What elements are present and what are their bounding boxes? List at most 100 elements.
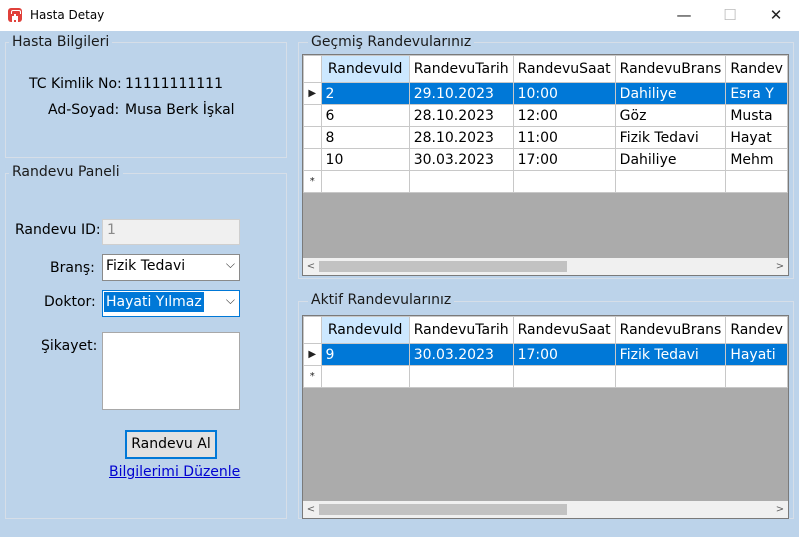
complaint-textarea[interactable] (102, 332, 240, 410)
current-row-icon[interactable]: ▶ (303, 82, 322, 105)
table-cell[interactable]: Musta (725, 104, 788, 127)
brans-label: Branş: (50, 260, 95, 276)
scrollbar-thumb[interactable] (319, 504, 567, 515)
header-row: RandevuId RandevuTarih RandevuSaat Rande… (303, 316, 788, 344)
scroll-right-icon[interactable]: > (772, 258, 788, 275)
name-label: Ad-Soyad: (48, 102, 120, 118)
table-row[interactable]: ▶ 2 29.10.2023 10:00 Dahiliye Esra Y (303, 82, 788, 105)
appointment-panel-title: Randevu Paneli (9, 164, 123, 180)
doktor-selected-value: Hayati Yılmaz (104, 292, 204, 312)
column-header[interactable]: Randev (725, 316, 788, 344)
active-appointments-title: Aktif Randevularınız (308, 292, 455, 308)
scrollbar-thumb[interactable] (319, 261, 567, 272)
minimize-button[interactable]: — (661, 0, 707, 31)
active-appointments-grid[interactable]: RandevuId RandevuTarih RandevuSaat Rande… (302, 315, 789, 519)
table-cell[interactable] (614, 170, 727, 193)
scroll-left-icon[interactable]: < (303, 501, 319, 518)
horizontal-scrollbar[interactable]: < > (303, 258, 788, 275)
table-cell[interactable] (512, 365, 616, 388)
sikayet-label: Şikayet: (41, 338, 98, 354)
table-cell[interactable]: 28.10.2023 (408, 104, 514, 127)
tc-value: 11111111111 (125, 76, 223, 92)
tc-label: TC Kimlik No: (29, 76, 122, 92)
column-header[interactable]: RandevuId (320, 316, 410, 344)
table-cell[interactable]: 17:00 (512, 148, 616, 171)
appointment-id-field: 1 (102, 219, 240, 245)
table-row[interactable]: 10 30.03.2023 17:00 Dahiliye Mehm (303, 148, 788, 171)
table-cell[interactable]: 30.03.2023 (408, 148, 514, 171)
row-header[interactable] (303, 104, 322, 127)
table-cell[interactable] (725, 365, 788, 388)
chevron-down-icon[interactable]: ⌵ (226, 257, 235, 272)
current-row-icon[interactable]: ▶ (303, 343, 322, 366)
table-cell[interactable]: Dahiliye (614, 148, 727, 171)
new-row[interactable]: * (303, 170, 788, 193)
medical-bag-icon (8, 8, 22, 22)
horizontal-scrollbar[interactable]: < > (303, 501, 788, 518)
scroll-right-icon[interactable]: > (772, 501, 788, 518)
book-appointment-button[interactable]: Randevu Al (125, 430, 217, 459)
column-header[interactable]: Randev (725, 55, 788, 83)
table-cell[interactable]: Hayati (725, 343, 788, 366)
table-cell[interactable]: 12:00 (512, 104, 616, 127)
column-header[interactable]: RandevuTarih (408, 55, 514, 83)
row-header[interactable] (303, 126, 322, 149)
table-cell[interactable]: Hayat (725, 126, 788, 149)
past-appointments-grid[interactable]: RandevuId RandevuTarih RandevuSaat Rande… (302, 54, 789, 276)
close-button[interactable]: ✕ (753, 0, 799, 31)
column-header[interactable]: RandevuTarih (408, 316, 514, 344)
patient-info-title: Hasta Bilgileri (9, 34, 113, 50)
column-header[interactable]: RandevuSaat (512, 316, 616, 344)
table-cell[interactable]: 17:00 (512, 343, 616, 366)
table-cell[interactable] (408, 365, 514, 388)
column-header[interactable]: RandevuId (320, 55, 410, 83)
table-cell[interactable]: Mehm (725, 148, 788, 171)
table-cell[interactable]: Fizik Tedavi (614, 343, 727, 366)
table-cell[interactable]: 28.10.2023 (408, 126, 514, 149)
table-cell[interactable]: 2 (320, 82, 410, 105)
brans-selected-value: Fizik Tedavi (106, 258, 186, 274)
new-row[interactable]: * (303, 365, 788, 388)
name-value: Musa Berk İşkal (125, 102, 235, 118)
table-cell[interactable]: 30.03.2023 (408, 343, 514, 366)
scroll-left-icon[interactable]: < (303, 258, 319, 275)
table-cell[interactable]: Fizik Tedavi (614, 126, 727, 149)
table-row[interactable]: 8 28.10.2023 11:00 Fizik Tedavi Hayat (303, 126, 788, 149)
row-header-corner (303, 316, 322, 344)
maximize-button[interactable]: ☐ (707, 0, 753, 31)
column-header[interactable]: RandevuBrans (614, 316, 727, 344)
table-cell[interactable]: 9 (320, 343, 410, 366)
doktor-dropdown[interactable]: Hayati Yılmaz ⌵ (102, 290, 240, 317)
table-cell[interactable] (320, 365, 410, 388)
table-cell[interactable] (408, 170, 514, 193)
window-client-area: Hasta Bilgileri TC Kimlik No: 1111111111… (0, 31, 799, 537)
past-appointments-title: Geçmiş Randevularınız (308, 34, 475, 50)
chevron-down-icon[interactable]: ⌵ (226, 293, 235, 308)
table-cell[interactable]: 10:00 (512, 82, 616, 105)
column-header[interactable]: RandevuBrans (614, 55, 727, 83)
table-cell[interactable]: Göz (614, 104, 727, 127)
table-cell[interactable]: 29.10.2023 (408, 82, 514, 105)
table-cell[interactable]: Esra Y (725, 82, 788, 105)
table-cell[interactable]: 6 (320, 104, 410, 127)
table-cell[interactable] (512, 170, 616, 193)
table-cell[interactable] (614, 365, 727, 388)
header-row: RandevuId RandevuTarih RandevuSaat Rande… (303, 55, 788, 83)
table-cell[interactable]: 11:00 (512, 126, 616, 149)
table-cell[interactable]: 8 (320, 126, 410, 149)
new-row-icon[interactable]: * (303, 170, 322, 193)
active-appointments-table: RandevuId RandevuTarih RandevuSaat Rande… (303, 316, 788, 388)
edit-profile-link[interactable]: Bilgilerimi Düzenle (109, 464, 240, 480)
new-row-icon[interactable]: * (303, 365, 322, 388)
brans-dropdown[interactable]: Fizik Tedavi ⌵ (102, 254, 240, 281)
row-header[interactable] (303, 148, 322, 171)
table-row[interactable]: ▶ 9 30.03.2023 17:00 Fizik Tedavi Hayati (303, 343, 788, 366)
table-cell[interactable] (725, 170, 788, 193)
past-appointments-table: RandevuId RandevuTarih RandevuSaat Rande… (303, 55, 788, 193)
column-header[interactable]: RandevuSaat (512, 55, 616, 83)
table-cell[interactable] (320, 170, 410, 193)
window-title: Hasta Detay (30, 8, 105, 22)
table-cell[interactable]: Dahiliye (614, 82, 727, 105)
table-cell[interactable]: 10 (320, 148, 410, 171)
table-row[interactable]: 6 28.10.2023 12:00 Göz Musta (303, 104, 788, 127)
